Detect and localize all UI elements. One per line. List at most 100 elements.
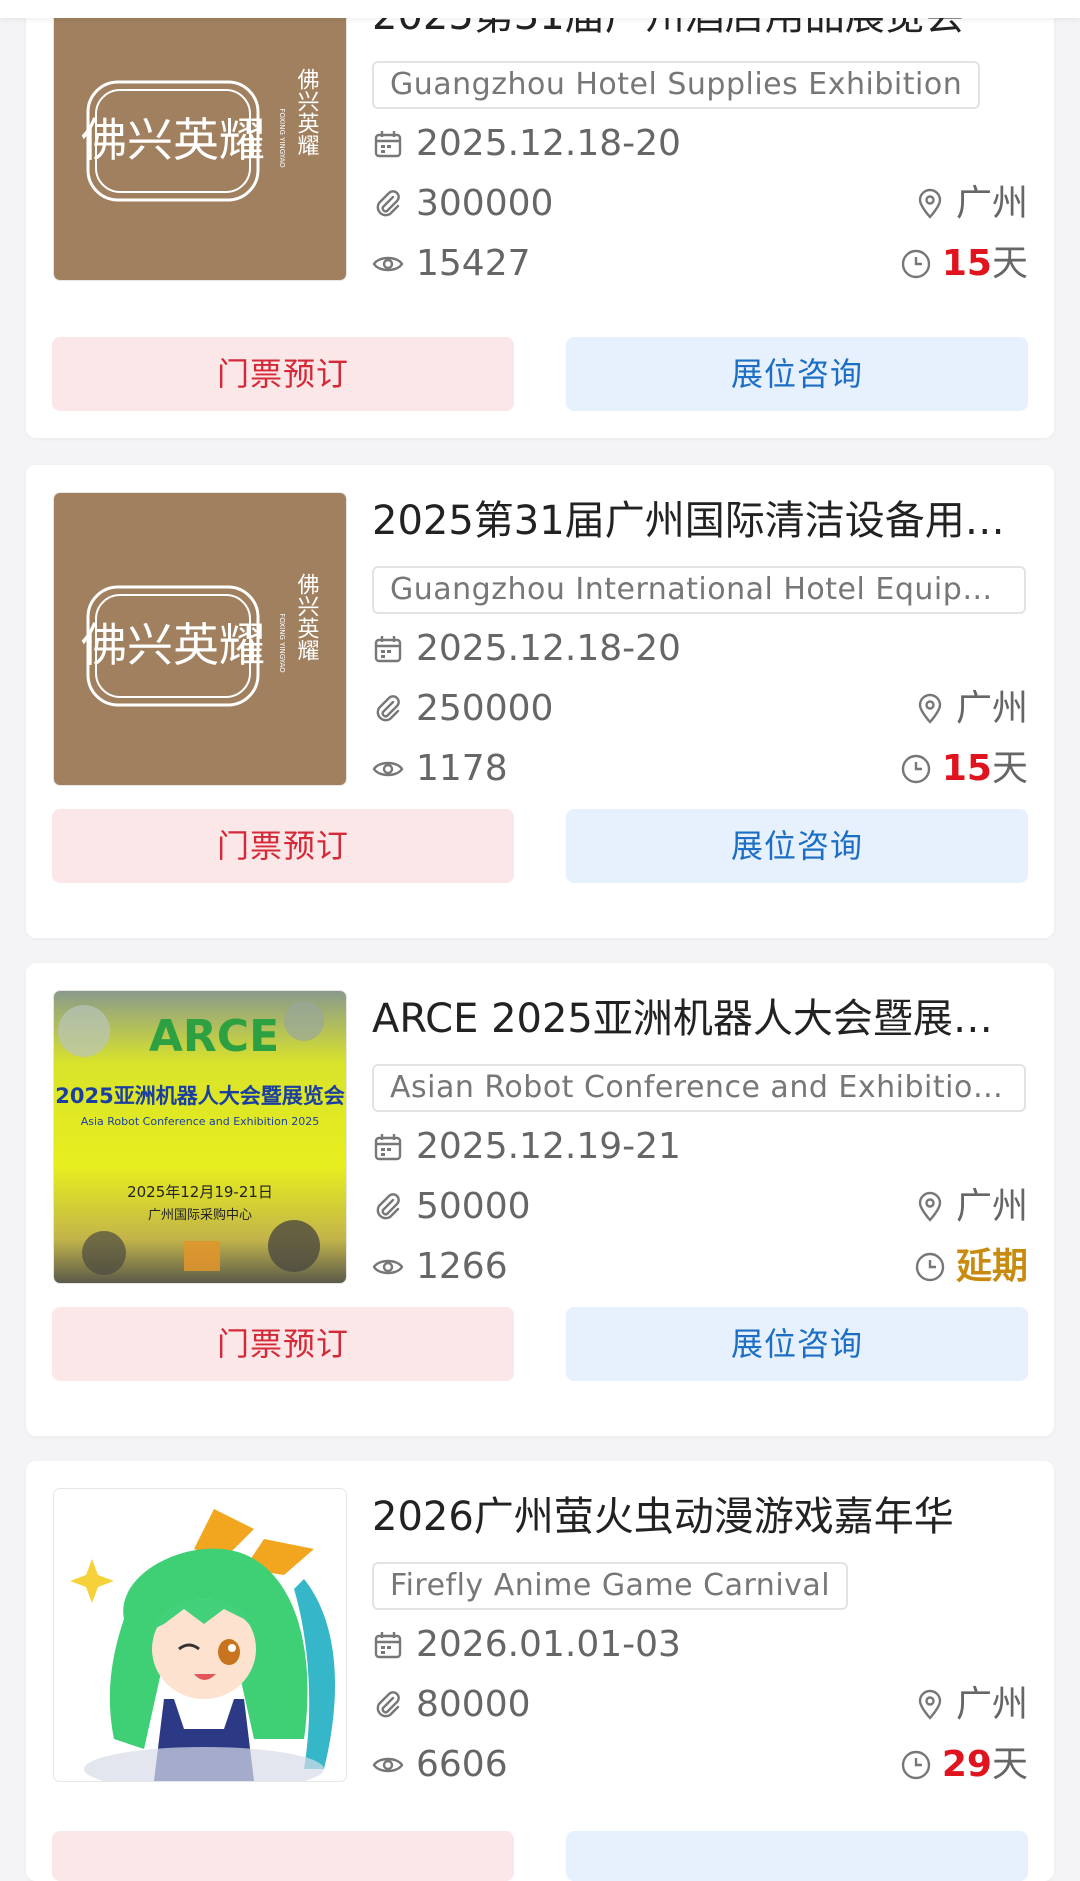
date-row: 2025.12.18-20 — [372, 120, 681, 168]
exhibition-area: 250000 — [416, 688, 554, 729]
paperclip-icon — [372, 1689, 404, 1721]
paperclip-icon — [372, 188, 404, 220]
exhibition-date: 2025.12.19-21 — [416, 1126, 681, 1167]
eye-icon — [372, 753, 404, 785]
booth-inquiry-button[interactable]: 展位咨询 — [566, 1307, 1028, 1381]
views-row: 15427 — [372, 240, 531, 288]
calendar-icon — [372, 633, 404, 665]
countdown-number: 29 — [941, 1744, 992, 1785]
thumb-title-en: Asia Robot Conference and Exhibition 202… — [81, 1115, 320, 1128]
exhibition-subtitle: Firefly Anime Game Carnival — [372, 1562, 849, 1610]
exhibition-area: 80000 — [416, 1684, 531, 1725]
exhibition-thumbnail[interactable] — [54, 1489, 346, 1781]
thumb-logo-text: 佛兴英耀 — [81, 113, 265, 167]
calendar-icon — [372, 1629, 404, 1661]
exhibition-views: 6606 — [416, 1744, 508, 1785]
city-row: 广州 — [914, 1183, 1028, 1231]
countdown-unit: 天 — [991, 243, 1028, 284]
location-pin-icon — [914, 1191, 946, 1223]
exhibition-city: 广州 — [955, 688, 1028, 729]
date-row: 2026.01.01-03 — [372, 1621, 681, 1669]
thumb-small-text: FOXING YINGYAO — [278, 108, 286, 168]
top-bar — [0, 0, 1080, 18]
paperclip-icon — [372, 1191, 404, 1223]
booth-inquiry-button-partial[interactable] — [566, 1831, 1028, 1881]
paperclip-icon — [372, 693, 404, 725]
area-row: 300000 — [372, 180, 553, 228]
thumb-side-text: 佛兴英耀 — [294, 68, 320, 156]
area-row: 80000 — [372, 1681, 531, 1729]
exhibition-city: 广州 — [955, 183, 1028, 224]
countdown-row: 15 天 — [900, 745, 1028, 793]
exhibition-views: 1266 — [416, 1246, 508, 1287]
anime-character-image — [54, 1489, 346, 1781]
exhibition-title[interactable]: 2026广州萤火虫动漫游戏嘉年华 — [372, 1491, 1032, 1543]
views-row: 1178 — [372, 745, 508, 793]
date-row: 2025.12.19-21 — [372, 1123, 681, 1171]
thumb-brand-text: ARCE — [149, 1011, 279, 1062]
exhibition-card[interactable]: 佛兴英耀 佛兴英耀 FOXING YINGYAO 2025第31届广州酒店用品展… — [26, 0, 1054, 438]
exhibition-thumbnail[interactable]: ARCE 2025亚洲机器人大会暨展览会 Asia Robot Conferen… — [54, 991, 346, 1283]
eye-icon — [372, 248, 404, 280]
exhibition-area: 300000 — [416, 183, 554, 224]
status-badge: 延期 — [955, 1246, 1028, 1287]
exhibition-title[interactable]: ARCE 2025亚洲机器人大会暨展览会 — [372, 993, 1032, 1045]
exhibition-card[interactable]: 2026广州萤火虫动漫游戏嘉年华 Firefly Anime Game Carn… — [26, 1461, 1054, 1881]
exhibition-card[interactable]: 佛兴英耀 佛兴英耀 FOXING YINGYAO 2025第31届广州国际清洁设… — [26, 465, 1054, 938]
booth-inquiry-button[interactable]: 展位咨询 — [566, 809, 1028, 883]
countdown-row: 15 天 — [900, 240, 1028, 288]
exhibition-subtitle: Asian Robot Conference and Exhibition 20… — [372, 1064, 1026, 1112]
location-pin-icon — [914, 188, 946, 220]
exhibition-title[interactable]: 2025第31届广州国际清洁设备用品展览会 — [372, 495, 1032, 547]
countdown-number: 15 — [941, 748, 992, 789]
city-row: 广州 — [914, 1681, 1028, 1729]
thumb-title-cn: 2025亚洲机器人大会暨展览会 — [55, 1084, 344, 1108]
calendar-icon — [372, 128, 404, 160]
exhibition-city: 广州 — [955, 1186, 1028, 1227]
status-row: 延期 — [914, 1243, 1028, 1291]
ticket-booking-button[interactable]: 门票预订 — [52, 1307, 514, 1381]
exhibition-date: 2025.12.18-20 — [416, 123, 681, 164]
views-row: 6606 — [372, 1741, 508, 1789]
exhibition-date: 2025.12.18-20 — [416, 628, 681, 669]
booth-inquiry-button[interactable]: 展位咨询 — [566, 337, 1028, 411]
exhibition-views: 1178 — [416, 748, 508, 789]
views-row: 1266 — [372, 1243, 508, 1291]
date-row: 2025.12.18-20 — [372, 625, 681, 673]
location-pin-icon — [914, 1689, 946, 1721]
foxing-logo-image: 佛兴英耀 佛兴英耀 FOXING YINGYAO — [54, 0, 346, 280]
thumb-venue-text: 广州国际采购中心 — [148, 1207, 252, 1223]
calendar-icon — [372, 1131, 404, 1163]
exhibition-subtitle: Guangzhou International Hotel Equipment … — [372, 566, 1026, 614]
clock-icon — [900, 248, 932, 280]
city-row: 广州 — [914, 685, 1028, 733]
clock-icon — [900, 753, 932, 785]
arce-poster-image: ARCE 2025亚洲机器人大会暨展览会 Asia Robot Conferen… — [54, 991, 346, 1283]
clock-icon — [914, 1251, 946, 1283]
exhibition-date: 2026.01.01-03 — [416, 1624, 681, 1665]
countdown-unit: 天 — [991, 1744, 1028, 1785]
area-row: 250000 — [372, 685, 553, 733]
eye-icon — [372, 1251, 404, 1283]
countdown-number: 15 — [941, 243, 992, 284]
ticket-booking-button[interactable]: 门票预订 — [52, 337, 514, 411]
area-row: 50000 — [372, 1183, 531, 1231]
exhibition-subtitle: Guangzhou Hotel Supplies Exhibition — [372, 61, 981, 109]
ticket-booking-button[interactable]: 门票预订 — [52, 809, 514, 883]
exhibition-thumbnail[interactable]: 佛兴英耀 佛兴英耀 FOXING YINGYAO — [54, 0, 346, 280]
location-pin-icon — [914, 693, 946, 725]
exhibition-area: 50000 — [416, 1186, 531, 1227]
countdown-unit: 天 — [991, 748, 1028, 789]
exhibition-card[interactable]: ARCE 2025亚洲机器人大会暨展览会 Asia Robot Conferen… — [26, 963, 1054, 1436]
ticket-booking-button-partial[interactable] — [52, 1831, 514, 1881]
thumb-small-text: FOXING YINGYAO — [278, 613, 286, 673]
thumb-logo-text: 佛兴英耀 — [81, 618, 265, 672]
eye-icon — [372, 1749, 404, 1781]
countdown-row: 29 天 — [900, 1741, 1028, 1789]
exhibition-thumbnail[interactable]: 佛兴英耀 佛兴英耀 FOXING YINGYAO — [54, 493, 346, 785]
thumb-side-text: 佛兴英耀 — [294, 573, 320, 661]
clock-icon — [900, 1749, 932, 1781]
foxing-logo-image: 佛兴英耀 佛兴英耀 FOXING YINGYAO — [54, 493, 346, 785]
city-row: 广州 — [914, 180, 1028, 228]
exhibition-city: 广州 — [955, 1684, 1028, 1725]
